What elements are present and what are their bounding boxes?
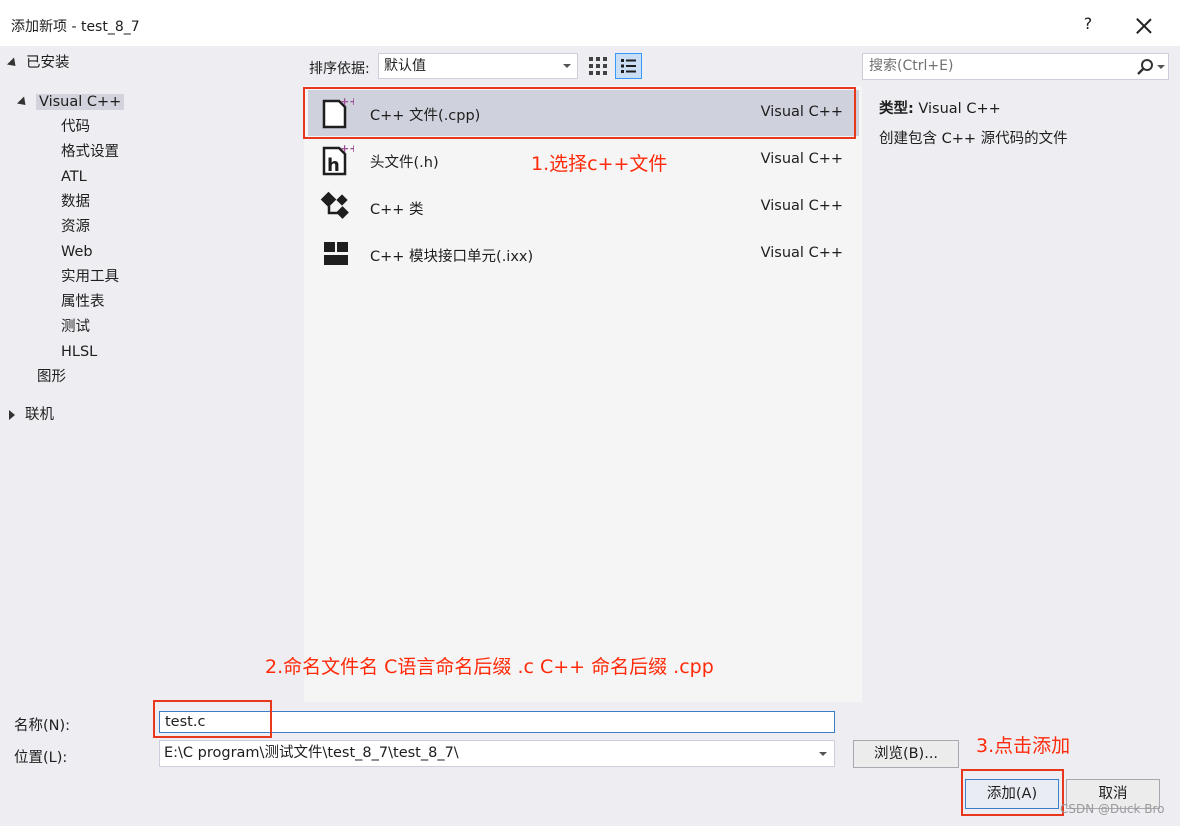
- type-value: Visual C++: [918, 101, 1001, 117]
- annotation-step3: 3.点击添加: [976, 735, 1071, 757]
- tree-item-web[interactable]: Web: [61, 240, 93, 264]
- list-item-cpp-class[interactable]: C++ 类 Visual C++: [308, 184, 859, 230]
- chevron-down-icon[interactable]: [819, 752, 827, 756]
- annotation-box-cpp: [303, 87, 856, 139]
- search-icon: [1136, 58, 1154, 76]
- tree-item-atl[interactable]: ATL: [61, 165, 87, 189]
- tree-item-utility[interactable]: 实用工具: [61, 265, 119, 289]
- list-view-icon[interactable]: [615, 53, 642, 79]
- watermark: CSDN @Duck Bro: [1060, 802, 1165, 816]
- annotation-step1: 1.选择c++文件: [531, 153, 668, 175]
- sort-value: 默认值: [384, 58, 426, 74]
- close-button[interactable]: [1130, 12, 1158, 40]
- tree-item-test[interactable]: 测试: [61, 315, 90, 339]
- annotation-box-name: [153, 700, 272, 738]
- annotation-box-add: [961, 769, 1064, 816]
- item-name: 头文件(.h): [370, 155, 439, 171]
- module-icon: [318, 236, 354, 272]
- header-file-icon: h ++: [318, 142, 358, 178]
- type-label: 类型:: [879, 101, 914, 117]
- template-list: ++ C++ 文件(.cpp) Visual C++ h ++ 头文件(.h) …: [304, 86, 862, 702]
- tree-item-property-sheets[interactable]: 属性表: [61, 290, 105, 314]
- tree-item-installed[interactable]: 已安装: [6, 51, 70, 75]
- item-language: Visual C++: [760, 198, 843, 214]
- help-button[interactable]: ?: [1076, 14, 1100, 38]
- item-name: C++ 模块接口单元(.ixx): [370, 249, 534, 265]
- item-language: Visual C++: [760, 245, 843, 261]
- item-language: Visual C++: [760, 151, 843, 167]
- tree-item-label: 联机: [25, 407, 54, 423]
- sort-label: 排序依据:: [309, 61, 370, 77]
- type-info: 类型: Visual C++: [879, 97, 1001, 118]
- tree-item-data[interactable]: 数据: [61, 190, 90, 214]
- category-tree: 已安装 Visual C++ 代码 格式设置 ATL 数据 资源 Web 实用工…: [0, 46, 300, 701]
- chevron-down-icon[interactable]: [1157, 65, 1165, 69]
- grid-view-icon[interactable]: [586, 54, 610, 78]
- cpp-class-icon: [318, 189, 354, 225]
- tree-item-code[interactable]: 代码: [61, 115, 90, 139]
- list-item-module[interactable]: C++ 模块接口单元(.ixx) Visual C++: [308, 231, 859, 277]
- collapse-arrow-icon: [9, 410, 15, 420]
- svg-text:++: ++: [340, 142, 354, 155]
- expand-arrow-icon: [16, 95, 30, 109]
- tree-item-formatting[interactable]: 格式设置: [61, 140, 119, 164]
- window-title: 添加新项 - test_8_7: [11, 19, 140, 35]
- expand-arrow-icon: [6, 56, 20, 70]
- chevron-down-icon: [563, 64, 571, 68]
- svg-text:h: h: [327, 155, 340, 176]
- tree-item-label: 已安装: [26, 55, 70, 71]
- location-value: E:\C program\测试文件\test_8_7\test_8_7\: [164, 745, 459, 761]
- search-input[interactable]: 搜索(Ctrl+E): [862, 53, 1169, 80]
- tree-item-resources[interactable]: 资源: [61, 215, 90, 239]
- tree-item-label: Visual C++: [36, 94, 125, 110]
- item-name: C++ 类: [370, 202, 424, 218]
- tree-item-visual-cpp[interactable]: Visual C++: [16, 90, 125, 114]
- tree-item-online[interactable]: 联机: [9, 403, 54, 427]
- location-field[interactable]: E:\C program\测试文件\test_8_7\test_8_7\: [159, 740, 835, 767]
- title-bar: 添加新项 - test_8_7 ?: [0, 0, 1180, 46]
- sort-dropdown[interactable]: 默认值: [378, 53, 578, 79]
- tree-item-hlsl[interactable]: HLSL: [61, 340, 97, 364]
- browse-button[interactable]: 浏览(B)...: [853, 740, 959, 768]
- item-description: 创建包含 C++ 源代码的文件: [879, 131, 1068, 147]
- annotation-step2: 2.命名文件名 C语言命名后缀 .c C++ 命名后缀 .cpp: [265, 656, 714, 678]
- location-label: 位置(L):: [14, 750, 68, 766]
- tree-item-graphics[interactable]: 图形: [37, 365, 66, 389]
- name-label: 名称(N):: [14, 718, 71, 734]
- search-placeholder: 搜索(Ctrl+E): [869, 58, 954, 74]
